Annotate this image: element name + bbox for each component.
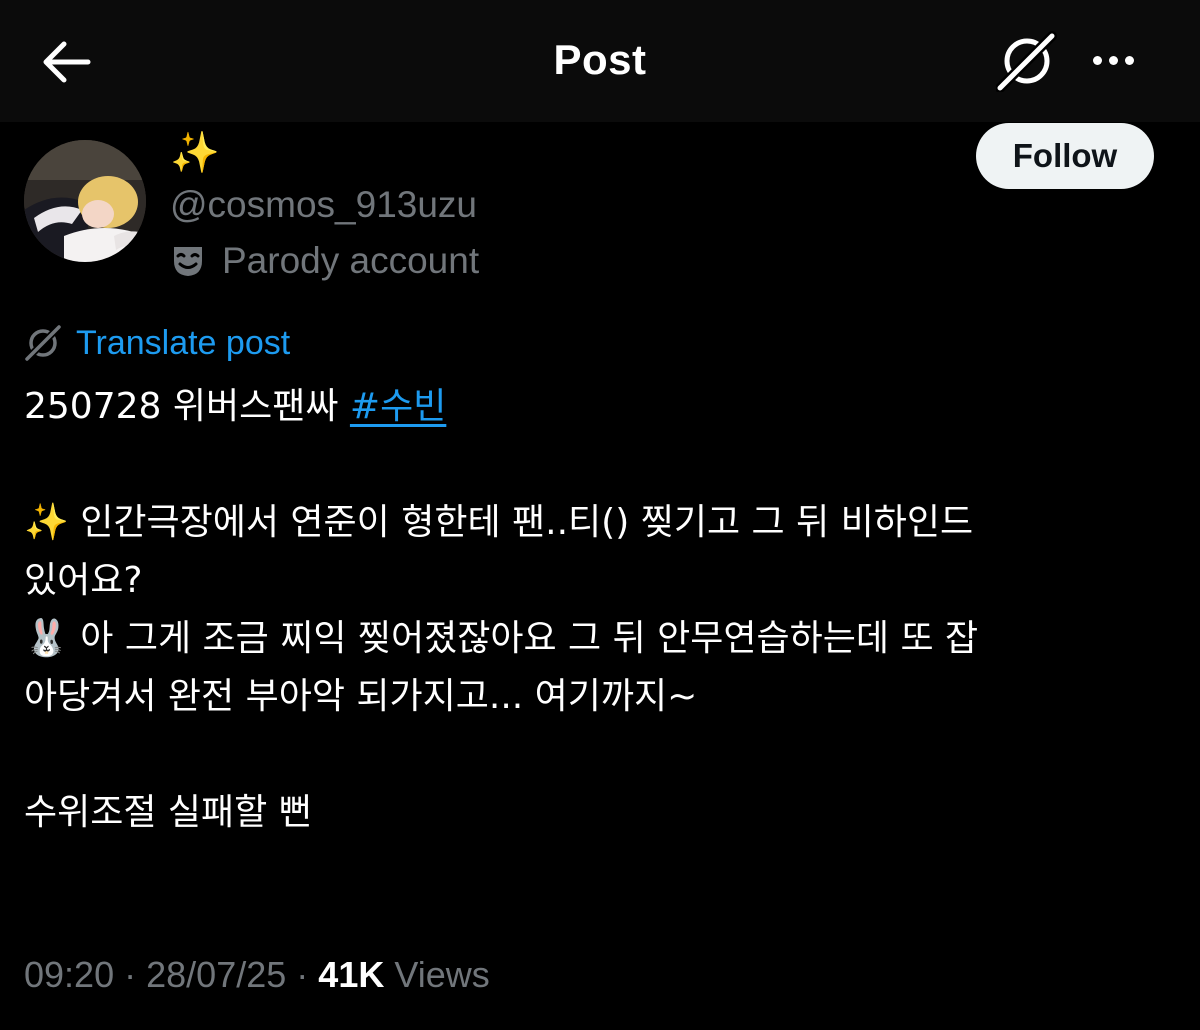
post-date[interactable]: 28/07/25 <box>146 954 286 995</box>
translate-post-link[interactable]: Translate post <box>24 320 290 366</box>
rabbit-icon: 🐰 <box>24 618 69 659</box>
more-horizontal-icon <box>1092 55 1102 65</box>
views-label[interactable]: Views <box>394 954 489 995</box>
post-line: 있어요? <box>24 560 143 601</box>
user-handle[interactable]: @cosmos_913uzu <box>170 182 477 228</box>
top-bar: Post <box>0 0 1200 122</box>
post-metadata: 09:20 · 28/07/25 · 41K Views <box>24 954 490 995</box>
hashtag-link[interactable]: #수빈 <box>350 386 446 427</box>
post-line: 수위조절 실패할 뻔 <box>24 792 312 833</box>
translate-post-label: Translate post <box>76 323 291 362</box>
grok-icon <box>996 31 1057 92</box>
post-time[interactable]: 09:20 <box>24 954 114 995</box>
follow-button[interactable]: Follow <box>976 123 1154 189</box>
parody-mask-icon <box>174 247 202 276</box>
grok-button[interactable] <box>996 30 1058 92</box>
parody-account-label: Parody account <box>222 240 480 281</box>
more-options-button[interactable] <box>1080 40 1146 80</box>
post-line: 250728 위버스팬싸 #수빈 <box>24 386 447 427</box>
parody-label-row: Parody account <box>170 238 479 284</box>
avatar[interactable] <box>24 140 146 262</box>
views-count[interactable]: 41K <box>318 954 384 995</box>
post-line: ✨ 인간극장에서 연준이 형한테 팬..티() 찢기고 그 뒤 비하인드 <box>24 502 974 543</box>
grok-icon <box>24 324 62 362</box>
post-text: 250728 위버스팬싸 #수빈 ✨ 인간극장에서 연준이 형한테 팬..티()… <box>24 378 1174 842</box>
display-name[interactable]: ✨ <box>170 128 220 178</box>
post-line: 아당겨서 완전 부아악 되가지고... 여기까지~ <box>24 676 698 717</box>
post-line: 🐰 아 그게 조금 찌익 찢어졌잖아요 그 뒤 안무연습하는데 또 잡 <box>24 618 979 659</box>
sparkles-icon: ✨ <box>24 502 69 543</box>
